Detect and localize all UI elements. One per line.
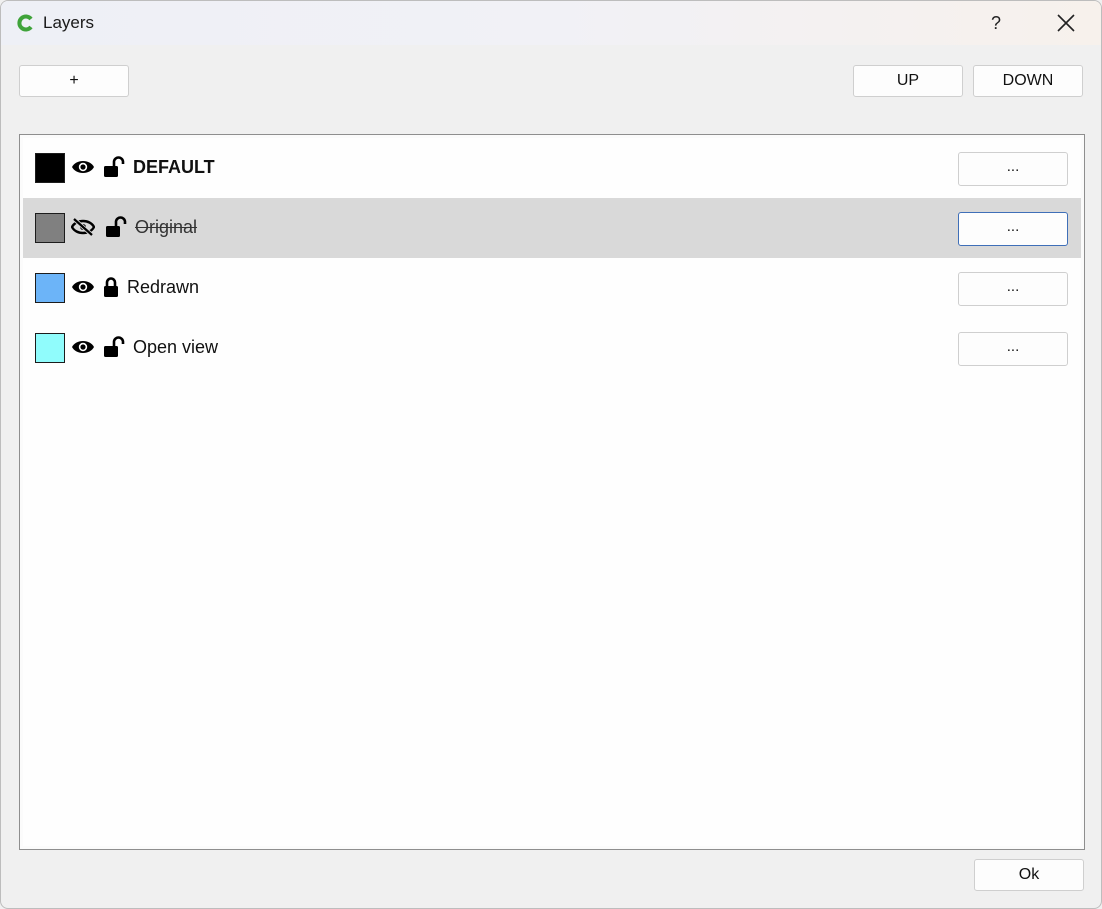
layer-list: DEFAULT ... Original ... Redrawn ... Ope…	[19, 134, 1085, 850]
layer-list-viewport: DEFAULT ... Original ... Redrawn ... Ope…	[23, 138, 1081, 846]
layer-row-redrawn[interactable]: Redrawn ...	[23, 258, 1081, 318]
help-button[interactable]: ?	[981, 9, 1011, 37]
layer-name: DEFAULT	[133, 157, 215, 177]
layer-color-swatch[interactable]	[35, 213, 65, 243]
layer-color-swatch[interactable]	[35, 333, 65, 363]
layer-options-button[interactable]: ...	[958, 212, 1068, 246]
layer-name: Original	[135, 217, 198, 237]
layer-options-button[interactable]: ...	[958, 152, 1068, 186]
lock-open-icon[interactable]	[103, 156, 125, 178]
app-logo-icon	[17, 14, 33, 32]
lock-open-icon[interactable]	[105, 216, 127, 238]
window-title: Layers	[43, 13, 95, 32]
layers-dialog: Layers ? + UP DOWN DEFAULT ... Original …	[0, 0, 1102, 909]
layer-color-swatch[interactable]	[35, 153, 65, 183]
eye-visible-icon[interactable]	[71, 338, 95, 356]
layer-name: Redrawn	[127, 277, 200, 297]
lock-open-icon[interactable]	[103, 336, 125, 358]
eye-visible-icon[interactable]	[71, 158, 95, 176]
layer-color-swatch[interactable]	[35, 273, 65, 303]
layer-options-button[interactable]: ...	[958, 272, 1068, 306]
ok-button[interactable]: Ok	[974, 859, 1084, 891]
layer-row-original[interactable]: Original ...	[23, 198, 1081, 258]
layer-row-default[interactable]: DEFAULT ...	[23, 138, 1081, 198]
layer-name: Open view	[133, 337, 219, 357]
move-up-button[interactable]: UP	[853, 65, 963, 97]
layer-options-button[interactable]: ...	[958, 332, 1068, 366]
move-down-button[interactable]: DOWN	[973, 65, 1083, 97]
eye-hidden-icon[interactable]	[71, 218, 95, 236]
title-bar: Layers ?	[1, 1, 1101, 45]
lock-closed-icon[interactable]	[101, 276, 123, 298]
close-icon[interactable]	[1049, 9, 1083, 37]
add-layer-button[interactable]: +	[19, 65, 129, 97]
eye-visible-icon[interactable]	[71, 278, 95, 296]
layer-row-open-view[interactable]: Open view ...	[23, 318, 1081, 378]
